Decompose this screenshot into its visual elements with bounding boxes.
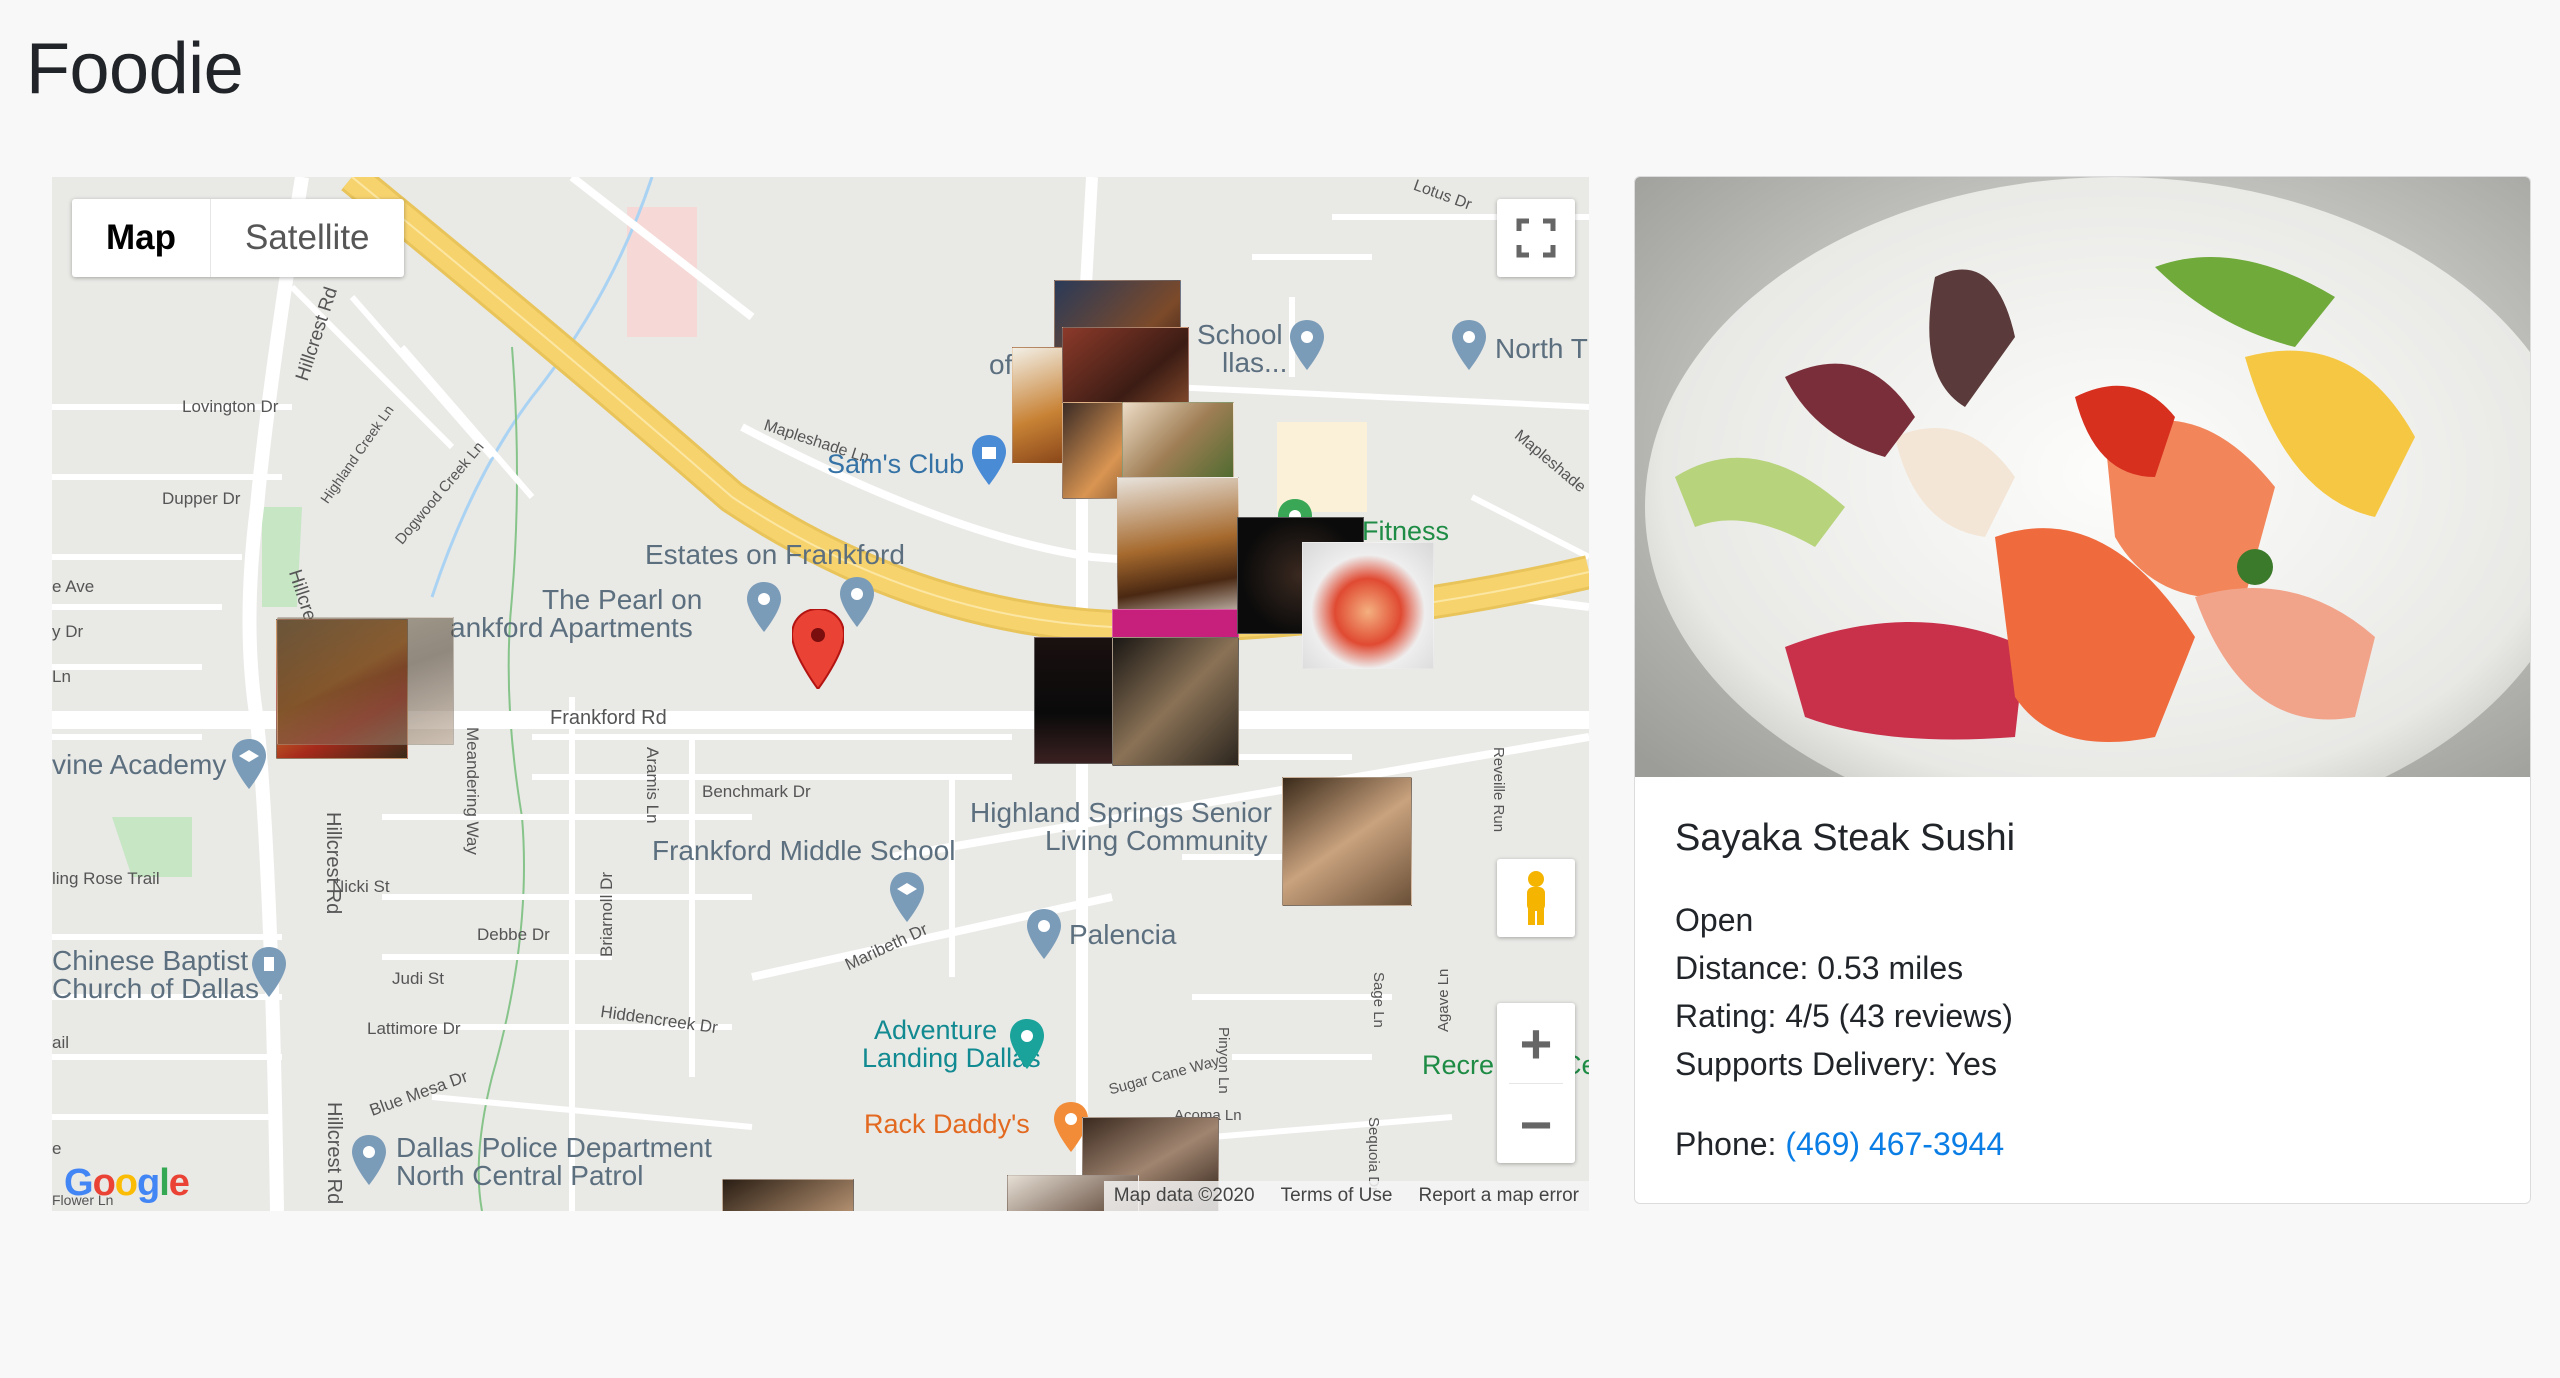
poi-label: Church of Dallas xyxy=(52,973,259,1004)
restaurant-card-body: Sayaka Steak Sushi Open Distance: 0.53 m… xyxy=(1635,817,2530,1168)
google-logo: Google xyxy=(64,1162,190,1205)
restaurant-thumbnail[interactable] xyxy=(722,1179,854,1211)
poi-label: North T xyxy=(1495,333,1588,364)
street-label: Pinyon Ln xyxy=(1215,1027,1232,1094)
restaurant-photo xyxy=(1635,177,2530,777)
restaurant-rating: Rating: 4/5 (43 reviews) xyxy=(1675,998,2013,1034)
poi-pin-icon[interactable] xyxy=(1290,320,1324,370)
restaurant-thumbnail[interactable] xyxy=(277,617,454,745)
app-title: Foodie xyxy=(26,29,244,109)
map-type-control: Map Satellite xyxy=(72,199,404,277)
restaurant-status: Open xyxy=(1675,902,1754,938)
map-type-satellite-button[interactable]: Satellite xyxy=(211,199,404,277)
map-type-map-button[interactable]: Map xyxy=(72,199,211,277)
street-label: Hillcrest Rd xyxy=(323,1102,345,1205)
street-label: Reveille Run xyxy=(1490,747,1507,833)
zoom-out-button[interactable]: − xyxy=(1497,1084,1575,1164)
street-label: Briarnoll Dr xyxy=(597,871,616,957)
map-attribution: Map data ©2020 Terms of Use Report a map… xyxy=(1103,1181,1589,1211)
church-pin-icon[interactable] xyxy=(252,947,286,997)
google-logo-text: Google xyxy=(64,1162,190,1204)
restaurant-thumbnail[interactable] xyxy=(1282,777,1412,906)
poi-label: Recre xyxy=(1422,1050,1495,1080)
restaurant-thumbnail[interactable] xyxy=(1302,542,1434,669)
report-map-error-link[interactable]: Report a map error xyxy=(1418,1181,1579,1211)
poi-label: Living Community xyxy=(1045,825,1268,856)
street-label: Sage Ln xyxy=(1370,972,1387,1028)
zoom-control: + − xyxy=(1497,1003,1575,1163)
poi-pin-icon[interactable] xyxy=(1027,909,1061,959)
street-label: Debbe Dr xyxy=(477,925,550,944)
poi-label: vine Academy xyxy=(52,749,227,780)
restaurant-phone-row: Phone: (469) 467-3944 xyxy=(1675,1120,2490,1168)
poi-label: llas... xyxy=(1222,347,1288,378)
poi-pin-icon[interactable] xyxy=(1452,320,1486,370)
shopping-pin-icon[interactable] xyxy=(972,435,1006,485)
selected-location-marker-icon[interactable] xyxy=(792,609,844,689)
school-pin-icon[interactable] xyxy=(890,872,924,922)
poi-label: Rack Daddy's xyxy=(864,1109,1030,1139)
poi-label: ankford Apartments xyxy=(450,612,693,643)
street-label: ling Rose Trail xyxy=(52,869,160,888)
street-label: Frankford Rd xyxy=(550,707,667,729)
street-label: Ln xyxy=(52,667,71,686)
poi-pin-icon[interactable] xyxy=(747,582,781,632)
poi-label: Sam's Club xyxy=(827,449,965,479)
street-label: Dupper Dr xyxy=(162,489,241,508)
poi-pin-icon[interactable] xyxy=(840,577,874,627)
google-logo-letter: G xyxy=(64,1162,94,1204)
pegman-icon xyxy=(1527,871,1545,925)
phone-link[interactable]: (469) 467-3944 xyxy=(1785,1126,2004,1162)
poi-label: North Central Patrol xyxy=(396,1160,644,1191)
street-label: Lattimore Dr xyxy=(367,1019,461,1038)
poi-label: Frankford Middle School xyxy=(652,835,956,866)
poi-label: of xyxy=(989,349,1013,380)
fullscreen-icon xyxy=(1516,218,1556,258)
google-logo-letter: o xyxy=(114,1162,138,1204)
terms-of-use-link[interactable]: Terms of Use xyxy=(1281,1181,1393,1211)
map-data-credit: Map data ©2020 xyxy=(1113,1185,1255,1206)
google-logo-letter: g xyxy=(137,1162,160,1204)
fullscreen-button[interactable] xyxy=(1497,199,1575,277)
google-logo-letter: o xyxy=(92,1162,116,1204)
phone-label: Phone: xyxy=(1675,1126,1786,1162)
map[interactable]: Lovington Dr Dupper Dr e Ave y Dr Ln lin… xyxy=(52,177,1589,1211)
poi-label: Estates on Frankford xyxy=(645,539,905,570)
street-label: Agave Ln xyxy=(1435,968,1452,1032)
street-label: Judi St xyxy=(392,969,444,988)
restaurant-card: Sayaka Steak Sushi Open Distance: 0.53 m… xyxy=(1634,176,2531,1204)
street-view-pegman-button[interactable] xyxy=(1497,859,1575,937)
street-label: Benchmark Dr xyxy=(702,782,811,801)
street-label: Hillcrest Rd xyxy=(322,812,344,915)
street-label: ail xyxy=(52,1033,70,1052)
google-logo-letter: e xyxy=(168,1162,190,1204)
restaurant-thumbnail[interactable] xyxy=(1112,637,1239,766)
street-label: e xyxy=(52,1139,62,1158)
restaurant-delivery: Supports Delivery: Yes xyxy=(1675,1046,1997,1082)
street-label: e Ave xyxy=(52,577,95,596)
park-pin-icon[interactable] xyxy=(1010,1019,1044,1069)
street-label: y Dr xyxy=(52,622,84,641)
google-logo-letter: l xyxy=(159,1162,170,1204)
street-label: Aramis Ln xyxy=(643,747,662,824)
street-label: Meandering Way xyxy=(463,727,482,855)
restaurant-thumbnail[interactable] xyxy=(1117,477,1239,629)
street-label: Lovington Dr xyxy=(182,397,279,416)
poi-label: Palencia xyxy=(1069,919,1177,950)
poi-label: Adventure xyxy=(874,1015,998,1045)
zoom-in-button[interactable]: + xyxy=(1497,1003,1575,1083)
restaurant-distance: Distance: 0.53 miles xyxy=(1675,950,1964,986)
school-pin-icon[interactable] xyxy=(232,739,266,789)
restaurant-name: Sayaka Steak Sushi xyxy=(1675,817,2016,859)
restaurant-thumbnail[interactable] xyxy=(1122,402,1234,484)
police-pin-icon[interactable] xyxy=(352,1135,386,1185)
